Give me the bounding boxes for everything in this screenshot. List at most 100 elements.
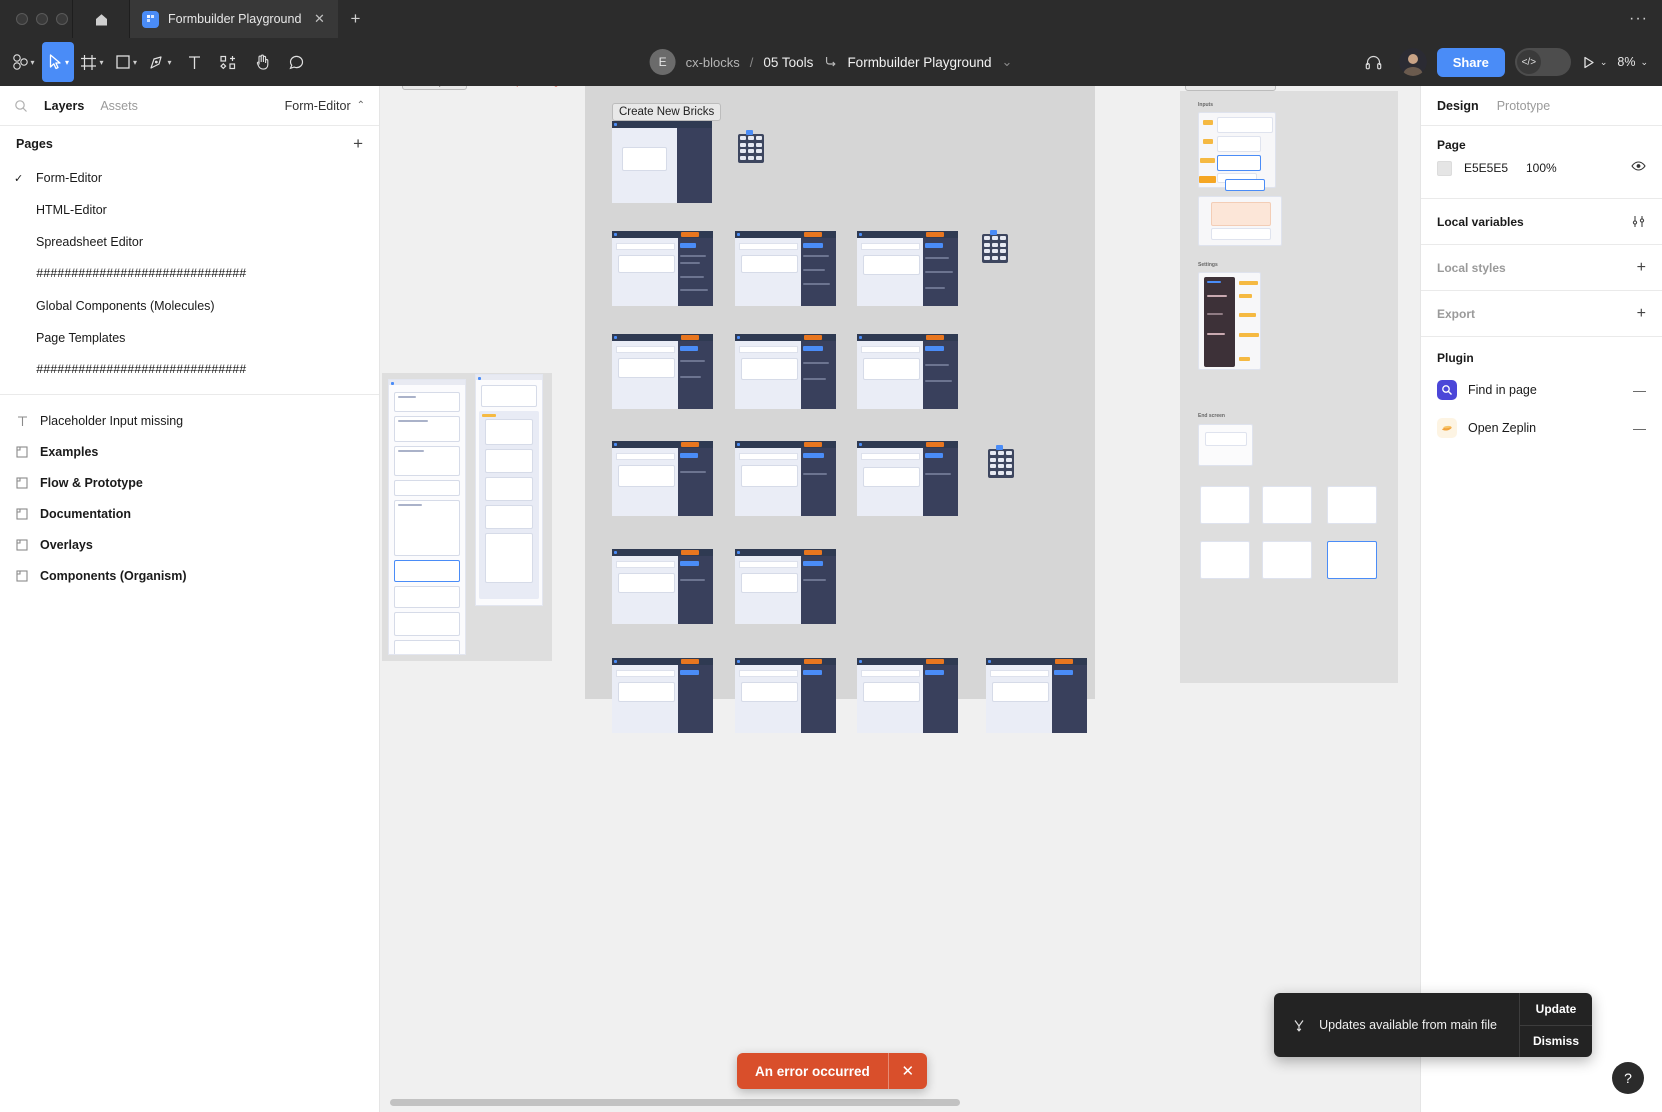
- update-button[interactable]: Update: [1520, 993, 1592, 1025]
- breadcrumb-project[interactable]: 05 Tools: [763, 55, 813, 70]
- doc-grid-card-3[interactable]: [1327, 486, 1377, 524]
- doc-grid-card-5[interactable]: [1262, 541, 1312, 579]
- page-item-divider-1[interactable]: ##############################: [0, 258, 379, 290]
- doc-grid-card-1[interactable]: [1200, 486, 1250, 524]
- page-color-hex[interactable]: E5E5E5: [1464, 161, 1526, 175]
- flow-mock-2-0[interactable]: [612, 334, 713, 409]
- avatar[interactable]: [1398, 48, 1427, 76]
- add-local-style-button[interactable]: +: [1637, 259, 1646, 277]
- layer-item-flow-prototype[interactable]: Flow & Prototype: [0, 467, 379, 498]
- close-icon[interactable]: ✕: [889, 1062, 927, 1080]
- window-traffic-lights[interactable]: [0, 13, 72, 25]
- table-component-icon-2[interactable]: [982, 230, 1008, 263]
- table-component-icon-1[interactable]: [738, 130, 764, 163]
- text-tool-button[interactable]: [178, 42, 210, 82]
- share-button[interactable]: Share: [1436, 47, 1505, 77]
- color-swatch[interactable]: [1437, 160, 1452, 176]
- home-icon[interactable]: [73, 0, 129, 38]
- example-mock-1[interactable]: [388, 379, 466, 655]
- flow-mock-5-3[interactable]: [986, 658, 1087, 733]
- flow-mock-2-1[interactable]: [735, 334, 836, 409]
- flow-mock-0-0[interactable]: [612, 121, 712, 203]
- doc-end-screen[interactable]: [1198, 424, 1253, 466]
- plugin-item-find-in-page[interactable]: Find in page —: [1421, 371, 1662, 409]
- team-avatar[interactable]: E: [649, 49, 676, 75]
- dev-mode-toggle[interactable]: </>: [1514, 48, 1571, 76]
- local-styles-row[interactable]: Local styles +: [1421, 245, 1662, 291]
- create-new-bricks-label[interactable]: Create New Bricks: [612, 103, 722, 121]
- layer-item-overlays[interactable]: Overlays: [0, 529, 379, 560]
- minimize-window-button[interactable]: [36, 13, 48, 25]
- flow-mock-5-0[interactable]: [612, 658, 713, 733]
- flow-mock-1-0[interactable]: [612, 231, 713, 306]
- plugin-item-open-zeplin[interactable]: Open Zeplin —: [1421, 409, 1662, 447]
- eye-icon[interactable]: [1631, 159, 1646, 177]
- figma-menu-button[interactable]: ▾: [8, 42, 40, 82]
- file-tab[interactable]: Formbuilder Playground ✕: [130, 0, 339, 38]
- doc-inputs-group[interactable]: [1198, 112, 1276, 191]
- layer-item-documentation[interactable]: Documentation: [0, 498, 379, 529]
- scrollbar-thumb[interactable]: [390, 1099, 960, 1106]
- flow-mock-3-0[interactable]: [612, 441, 713, 516]
- flow-mock-4-1[interactable]: [735, 549, 836, 624]
- flow-mock-4-0[interactable]: [612, 549, 713, 624]
- design-canvas[interactable]: Examples Placeholder Input missing: [380, 86, 1420, 1112]
- maximize-window-button[interactable]: [56, 13, 68, 25]
- frame-label-examples[interactable]: Examples: [402, 86, 467, 90]
- present-button[interactable]: ⌄: [1581, 55, 1608, 70]
- plugin-remove-button[interactable]: —: [1633, 421, 1646, 436]
- canvas-horizontal-scrollbar[interactable]: [380, 1099, 1420, 1106]
- flow-mock-2-2[interactable]: [857, 334, 958, 409]
- flow-mock-1-2[interactable]: [857, 231, 958, 306]
- shape-tool-button[interactable]: ▾: [110, 42, 142, 82]
- zoom-control[interactable]: 8% ⌄: [1617, 55, 1648, 69]
- help-button[interactable]: ?: [1612, 1062, 1644, 1094]
- doc-error-example[interactable]: [1198, 196, 1282, 246]
- layer-item-examples[interactable]: Examples: [0, 436, 379, 467]
- add-page-button[interactable]: +: [353, 134, 363, 154]
- page-selector[interactable]: Form-Editor ⌃: [285, 99, 365, 113]
- page-item-spreadsheet-editor[interactable]: Spreadsheet Editor: [0, 226, 379, 258]
- close-tab-icon[interactable]: ✕: [310, 10, 328, 28]
- comment-tool-button[interactable]: [280, 42, 312, 82]
- layer-item-placeholder-input-missing[interactable]: Placeholder Input missing: [0, 405, 379, 436]
- present-chevron-down-icon[interactable]: ⌄: [1600, 57, 1608, 68]
- flow-mock-3-1[interactable]: [735, 441, 836, 516]
- headphones-icon[interactable]: [1359, 47, 1389, 77]
- browser-overflow-menu[interactable]: ···: [1629, 10, 1662, 28]
- tab-layers[interactable]: Layers: [44, 99, 84, 113]
- breadcrumb-team[interactable]: cx-blocks: [686, 55, 740, 70]
- page-item-html-editor[interactable]: HTML-Editor: [0, 194, 379, 226]
- page-item-global-components[interactable]: Global Components (Molecules): [0, 290, 379, 322]
- search-icon[interactable]: [14, 99, 28, 113]
- sliders-icon[interactable]: [1631, 214, 1646, 229]
- close-window-button[interactable]: [16, 13, 28, 25]
- plugin-remove-button[interactable]: —: [1633, 383, 1646, 398]
- page-item-page-templates[interactable]: Page Templates: [0, 322, 379, 354]
- page-color-opacity[interactable]: 100%: [1526, 161, 1557, 175]
- doc-grid-card-2[interactable]: [1262, 486, 1312, 524]
- page-item-form-editor[interactable]: ✓ Form-Editor: [0, 162, 379, 194]
- tab-prototype[interactable]: Prototype: [1497, 99, 1551, 113]
- breadcrumb-file[interactable]: Formbuilder Playground: [847, 55, 991, 70]
- flow-mock-5-1[interactable]: [735, 658, 836, 733]
- move-tool-button[interactable]: ▾: [42, 42, 74, 82]
- dismiss-button[interactable]: Dismiss: [1520, 1024, 1592, 1058]
- export-row[interactable]: Export +: [1421, 291, 1662, 337]
- doc-settings-group[interactable]: [1198, 272, 1261, 370]
- hand-tool-button[interactable]: [246, 42, 278, 82]
- page-item-divider-2[interactable]: ##############################: [0, 354, 379, 386]
- page-background-row[interactable]: E5E5E5 100%: [1437, 152, 1646, 184]
- table-component-icon-3[interactable]: [988, 445, 1014, 478]
- flow-mock-3-2[interactable]: [857, 441, 958, 516]
- zoom-chevron-down-icon[interactable]: ⌄: [1640, 57, 1648, 68]
- new-tab-button[interactable]: +: [338, 0, 372, 38]
- tab-design[interactable]: Design: [1437, 99, 1479, 113]
- breadcrumb-chevron-down-icon[interactable]: ⌄: [1002, 54, 1013, 70]
- frame-tool-button[interactable]: ▾: [76, 42, 108, 82]
- doc-grid-card-6[interactable]: [1327, 541, 1377, 579]
- example-mock-2[interactable]: [475, 374, 543, 606]
- tab-assets[interactable]: Assets: [100, 99, 138, 113]
- flow-mock-5-2[interactable]: [857, 658, 958, 733]
- pen-tool-button[interactable]: ▾: [144, 42, 176, 82]
